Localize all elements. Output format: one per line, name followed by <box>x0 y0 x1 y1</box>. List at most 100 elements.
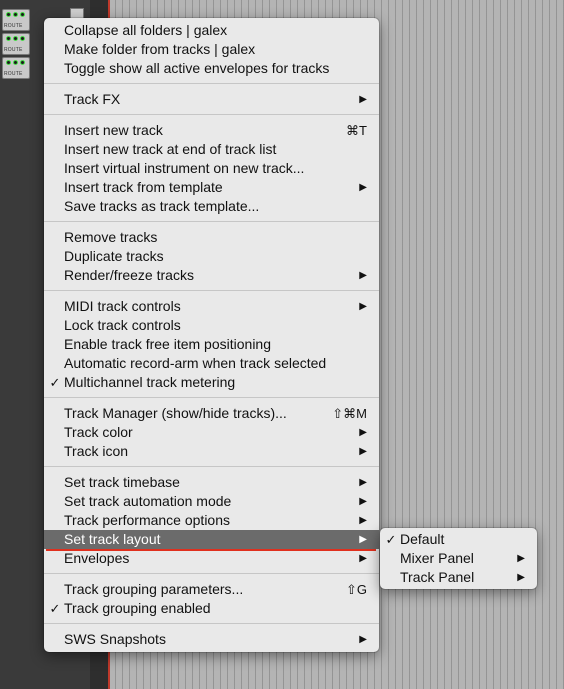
submenu-arrow-icon: ▶ <box>359 634 367 645</box>
menu-item-enable-track-free-item-positioning[interactable]: Enable track free item positioning <box>44 335 379 354</box>
menu-item-label: Collapse all folders | galex <box>64 22 228 38</box>
menu-item-lock-track-controls[interactable]: Lock track controls <box>44 316 379 335</box>
shortcut-label: ⌘T <box>346 123 367 138</box>
led-icon <box>6 60 11 65</box>
route-button-label: ROUTE <box>4 47 23 53</box>
menu-item-label: MIDI track controls <box>64 298 181 314</box>
menu-item-label: Duplicate tracks <box>64 248 164 264</box>
shortcut-label: ⇧G <box>345 582 367 597</box>
route-button-label: ROUTE <box>4 23 23 29</box>
route-button-label: ROUTE <box>4 71 23 77</box>
menu-item-label: Mixer Panel <box>400 550 474 566</box>
submenu-arrow-icon: ▶ <box>517 572 525 583</box>
menu-item-label: Save tracks as track template... <box>64 198 260 214</box>
checkmark-icon: ✓ <box>385 532 397 547</box>
menu-separator <box>44 221 379 222</box>
led-icon <box>6 36 11 41</box>
menu-item-toggle-show-all-active-envelopes-for-tracks[interactable]: Toggle show all active envelopes for tra… <box>44 59 379 78</box>
menu-separator <box>44 623 379 624</box>
menu-item-label: Track grouping parameters... <box>64 581 244 597</box>
menu-item-sws-snapshots[interactable]: SWS Snapshots ▶ <box>44 630 379 649</box>
menu-item-label: Lock track controls <box>64 317 181 333</box>
track-io-thumbnail[interactable]: ROUTE <box>2 57 30 79</box>
led-icon <box>13 60 18 65</box>
submenu-arrow-icon: ▶ <box>517 553 525 564</box>
menu-item-label: Toggle show all active envelopes for tra… <box>64 60 330 76</box>
menu-item-label: Default <box>400 531 445 547</box>
menu-item-multichannel-track-metering[interactable]: ✓ Multichannel track metering <box>44 373 379 392</box>
menu-item-insert-new-track[interactable]: Insert new track ⌘T <box>44 121 379 140</box>
menu-item-track-grouping-parameters[interactable]: Track grouping parameters... ⇧G <box>44 580 379 599</box>
track-context-menu: Collapse all folders | galex Make folder … <box>44 18 379 652</box>
menu-item-envelopes[interactable]: Envelopes ▶ <box>44 549 379 568</box>
menu-item-set-track-timebase[interactable]: Set track timebase ▶ <box>44 473 379 492</box>
submenu-arrow-icon: ▶ <box>359 94 367 105</box>
menu-item-label: Remove tracks <box>64 229 158 245</box>
menu-item-label: Track Panel <box>400 569 475 585</box>
checkmark-icon: ✓ <box>49 375 61 390</box>
highlight-underline-annotation <box>46 549 376 551</box>
menu-separator <box>44 573 379 574</box>
menu-item-label: Set track layout <box>64 531 161 547</box>
menu-separator <box>44 114 379 115</box>
menu-item-collapse-all-folders-galex[interactable]: Collapse all folders | galex <box>44 21 379 40</box>
submenu-arrow-icon: ▶ <box>359 496 367 507</box>
menu-item-midi-track-controls[interactable]: MIDI track controls ▶ <box>44 297 379 316</box>
menu-item-set-track-layout[interactable]: Set track layout ▶ <box>44 530 379 549</box>
menu-separator <box>44 83 379 84</box>
checkmark-icon: ✓ <box>49 601 61 616</box>
track-layout-submenu: ✓ Default Mixer Panel ▶ Track Panel ▶ <box>380 528 537 589</box>
led-icon <box>6 12 11 17</box>
menu-item-label: Insert track from template <box>64 179 223 195</box>
menu-item-label: SWS Snapshots <box>64 631 166 647</box>
menu-item-track-grouping-enabled[interactable]: ✓ Track grouping enabled <box>44 599 379 618</box>
submenu-arrow-icon: ▶ <box>359 553 367 564</box>
menu-item-label: Make folder from tracks | galex <box>64 41 256 57</box>
menu-item-make-folder-from-tracks-galex[interactable]: Make folder from tracks | galex <box>44 40 379 59</box>
menu-item-insert-new-track-at-end-of-track-list[interactable]: Insert new track at end of track list <box>44 140 379 159</box>
menu-item-label: Track Manager (show/hide tracks)... <box>64 405 287 421</box>
menu-item-track-manager-show-hide-tracks[interactable]: Track Manager (show/hide tracks)... ⇧⌘M <box>44 404 379 423</box>
menu-item-label: Track grouping enabled <box>64 600 211 616</box>
track-io-thumbnail[interactable]: ROUTE <box>2 9 30 31</box>
menu-item-label: Envelopes <box>64 550 130 566</box>
menu-item-label: Enable track free item positioning <box>64 336 271 352</box>
menu-item-insert-virtual-instrument-on-new-track[interactable]: Insert virtual instrument on new track..… <box>44 159 379 178</box>
submenu-item-mixer-panel[interactable]: Mixer Panel ▶ <box>380 549 537 568</box>
submenu-arrow-icon: ▶ <box>359 534 367 545</box>
shortcut-label: ⇧⌘M <box>332 406 367 421</box>
submenu-arrow-icon: ▶ <box>359 427 367 438</box>
menu-item-label: Multichannel track metering <box>64 374 236 390</box>
menu-item-track-color[interactable]: Track color ▶ <box>44 423 379 442</box>
menu-separator <box>44 466 379 467</box>
track-io-thumbnail[interactable]: ROUTE <box>2 33 30 55</box>
led-icon <box>13 36 18 41</box>
menu-item-label: Automatic record-arm when track selected <box>64 355 327 371</box>
track-led-icons <box>6 12 25 17</box>
submenu-arrow-icon: ▶ <box>359 301 367 312</box>
menu-item-track-icon[interactable]: Track icon ▶ <box>44 442 379 461</box>
menu-item-save-tracks-as-track-template[interactable]: Save tracks as track template... <box>44 197 379 216</box>
menu-item-label: Insert new track at end of track list <box>64 141 277 157</box>
submenu-item-default[interactable]: ✓ Default <box>380 530 537 549</box>
menu-item-label: Track FX <box>64 91 121 107</box>
menu-item-insert-track-from-template[interactable]: Insert track from template ▶ <box>44 178 379 197</box>
menu-item-label: Track icon <box>64 443 129 459</box>
track-led-icons <box>6 60 25 65</box>
menu-item-track-fx[interactable]: Track FX ▶ <box>44 90 379 109</box>
menu-item-label: Track color <box>64 424 133 440</box>
menu-separator <box>44 290 379 291</box>
menu-item-automatic-record-arm-when-track-selected[interactable]: Automatic record-arm when track selected <box>44 354 379 373</box>
submenu-arrow-icon: ▶ <box>359 182 367 193</box>
submenu-item-track-panel[interactable]: Track Panel ▶ <box>380 568 537 587</box>
menu-item-render-freeze-tracks[interactable]: Render/freeze tracks ▶ <box>44 266 379 285</box>
menu-item-set-track-automation-mode[interactable]: Set track automation mode ▶ <box>44 492 379 511</box>
menu-item-remove-tracks[interactable]: Remove tracks <box>44 228 379 247</box>
menu-item-label: Track performance options <box>64 512 230 528</box>
menu-item-label: Render/freeze tracks <box>64 267 194 283</box>
led-icon <box>20 36 25 41</box>
menu-item-duplicate-tracks[interactable]: Duplicate tracks <box>44 247 379 266</box>
menu-item-track-performance-options[interactable]: Track performance options ▶ <box>44 511 379 530</box>
menu-item-label: Insert virtual instrument on new track..… <box>64 160 305 176</box>
submenu-arrow-icon: ▶ <box>359 270 367 281</box>
